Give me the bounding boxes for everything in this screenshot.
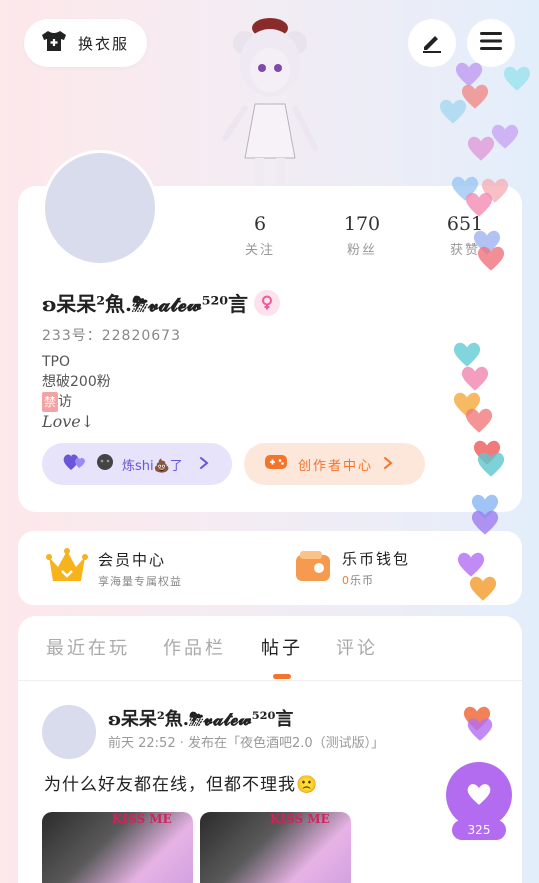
like-count: 325 [452,820,506,840]
stat-following[interactable]: 6 关注 [225,213,295,258]
chevron-right-icon [199,455,209,474]
profile-name-row: ʚ呆呆²魚.⛈𝓿𝓪𝓽𝓮𝔀⁵²⁰言 [42,288,280,317]
hamburger-icon [479,31,503,55]
heart-icon [467,136,495,161]
bio-line: TPO [42,354,71,370]
post-image-caption: KISS ME [112,812,172,826]
user-id: 233号：22820673 [42,328,181,344]
stat-followers[interactable]: 170 粉丝 [327,213,397,258]
ban-badge: 禁 [42,392,59,412]
tab-recent-play[interactable]: 最近在玩 [46,634,130,660]
post-text[interactable]: 为什么好友都在线，但都不理我🙁 [44,770,318,795]
heart-icon [467,718,493,741]
member-card: 会员中心 享海量专属权益 乐币钱包 0乐币 [18,531,522,605]
bio: TPO 想破200粉 禁访 Love↓ [42,352,111,432]
wallet[interactable]: 乐币钱包 0乐币 [294,547,410,589]
status-pill[interactable]: 炼shi💩了 [42,443,232,485]
post-author-name[interactable]: ʚ呆呆²魚.⛈𝓿𝓪𝓽𝓮𝔀⁵²⁰言 [108,705,293,731]
heart-icon [465,192,493,217]
post-avatar[interactable] [42,705,96,759]
pencil-icon [420,29,444,57]
gamepad-icon [264,453,288,475]
vip-subtitle: 享海量专属权益 [98,575,182,588]
heart-icon [464,780,494,810]
wallet-amount: 0 [342,574,350,587]
chevron-right-icon [383,455,393,474]
wardrobe-label: 换衣服 [78,34,130,53]
stat-following-value: 6 [253,213,267,235]
tab-posts[interactable]: 帖子 [261,634,303,660]
heart-icon [503,66,531,91]
bio-love-line: Love↓ [42,412,95,431]
stat-following-label: 关注 [244,243,275,258]
edit-button[interactable] [408,19,456,67]
shirt-icon [40,29,68,57]
stat-followers-label: 粉丝 [346,243,377,258]
status-pill-text: 炼shi💩了 [122,458,183,474]
post-image[interactable]: KISS ME [200,812,351,883]
vip-center[interactable]: 会员中心 享海量专属权益 [46,547,182,591]
bio-ban-rest: 访 [58,394,73,410]
heart-icon [439,99,467,124]
post-image-caption: KISS ME [270,812,330,826]
vip-title: 会员中心 [98,551,167,569]
avatar-3d-figure[interactable] [215,8,325,190]
wardrobe-button[interactable]: 换衣服 [24,19,147,67]
heart-icon [469,576,497,601]
wallet-icon [294,547,332,589]
wallet-unit: 乐币 [350,574,374,587]
post-image[interactable]: KISS ME [42,812,193,883]
like-button[interactable] [446,762,512,828]
post-meta[interactable]: 前天 22:52 · 发布在「夜色酒吧2.0（测试版）」 [108,732,384,751]
tab-comments[interactable]: 评论 [336,634,378,660]
tab-works[interactable]: 作品栏 [163,634,226,660]
female-icon [254,289,280,316]
active-tab-indicator [273,674,291,679]
creator-center-label: 创作者中心 [298,458,374,474]
heart-icon [477,246,505,271]
dark-face-icon [96,453,114,475]
crown-icon [46,547,88,591]
bio-line: 想破200粉 [42,374,111,390]
creator-center-button[interactable]: 创作者中心 [244,443,425,485]
heart-duo-icon [62,452,88,476]
heart-icon [477,452,505,477]
stat-followers-value: 170 [343,213,381,235]
divider [18,680,522,681]
profile-avatar[interactable] [42,150,158,266]
heart-icon [465,408,493,433]
heart-icon [471,510,499,535]
wallet-title: 乐币钱包 [342,550,411,568]
profile-name: ʚ呆呆²魚.⛈𝓿𝓪𝓽𝓮𝔀⁵²⁰言 [42,292,248,316]
